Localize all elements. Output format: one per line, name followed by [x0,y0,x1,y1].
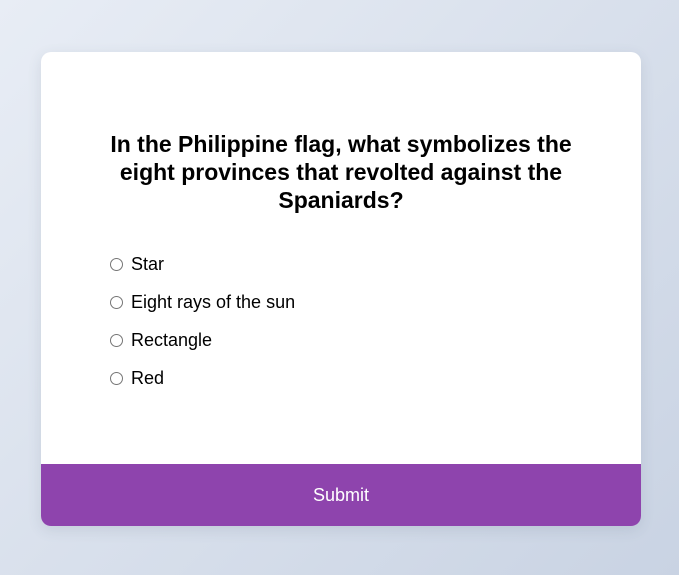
answer-option-red[interactable]: Red [110,359,295,397]
answer-option-eight-rays[interactable]: Eight rays of the sun [110,283,295,321]
quiz-card: In the Philippine flag, what symbolizes … [41,52,641,526]
answer-label: Star [131,253,165,274]
answer-label: Rectangle [131,329,213,350]
answer-label: Eight rays of the sun [131,291,296,312]
answer-label: Red [131,367,165,388]
answer-radio-star[interactable] [110,257,123,271]
answer-list: Star Eight rays of the sun Rectangle Red [110,245,295,397]
answer-radio-red[interactable] [110,371,123,385]
answer-radio-rectangle[interactable] [110,333,123,347]
answer-radio-eight-rays[interactable] [110,295,123,309]
answer-option-rectangle[interactable]: Rectangle [110,321,295,359]
question-text: In the Philippine flag, what symbolizes … [110,131,572,213]
submit-button[interactable]: Submit [41,464,641,526]
answer-option-star[interactable]: Star [110,245,295,283]
